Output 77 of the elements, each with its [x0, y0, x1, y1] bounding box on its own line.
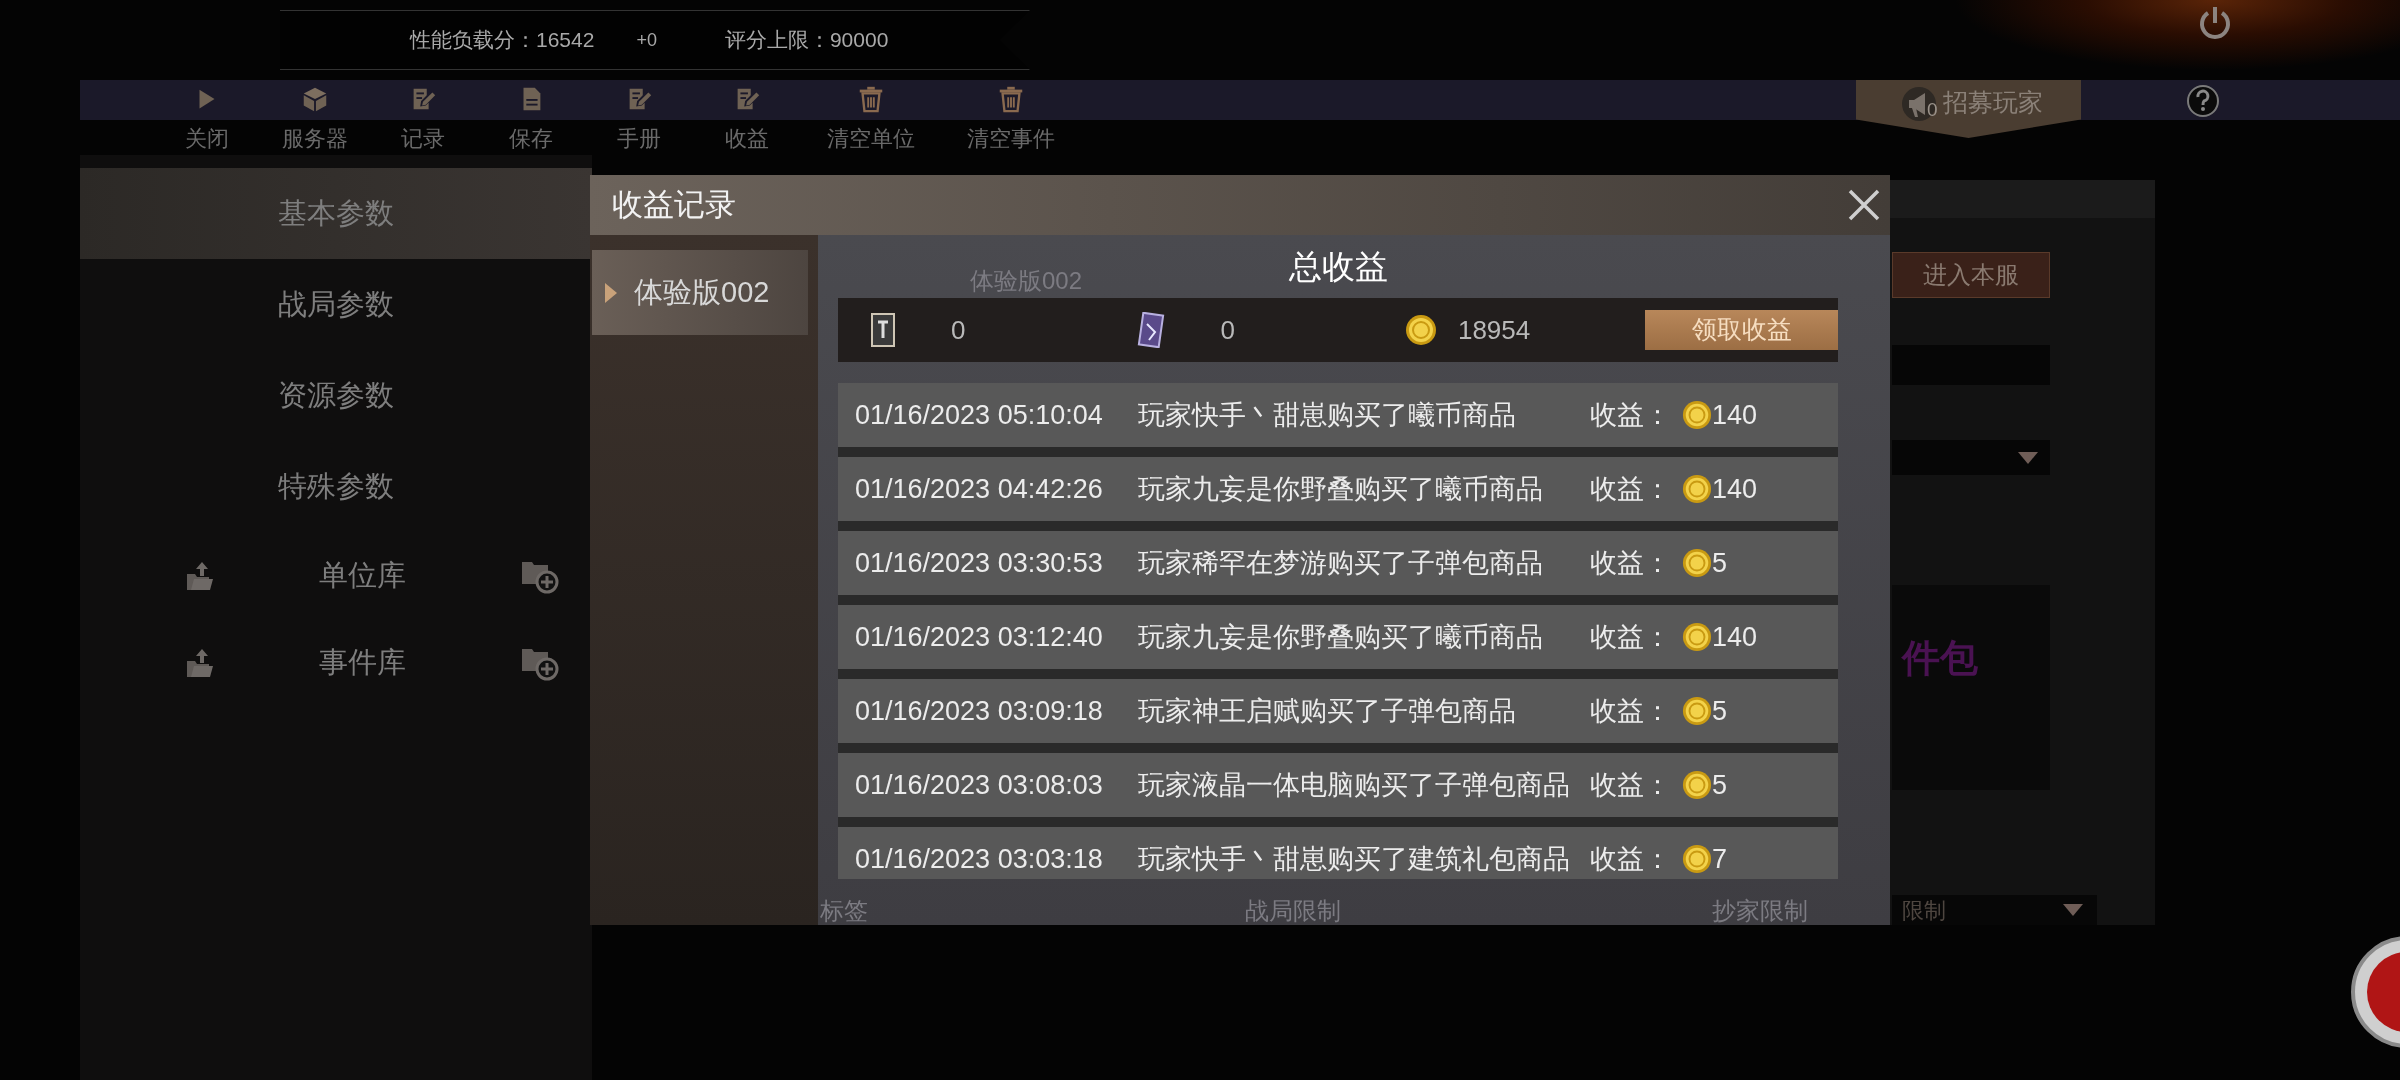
- score-delta: +0: [636, 28, 657, 52]
- sidebar-item[interactable]: 基本参数: [80, 168, 592, 259]
- record-time: 01/16/2023 03:03:18: [855, 842, 1104, 876]
- record-time: 01/16/2023 03:30:53: [855, 546, 1104, 580]
- close-icon: [1846, 187, 1882, 223]
- record-text: 玩家稀罕在梦游购买了子弹包商品: [1138, 546, 1544, 580]
- sidebar-item[interactable]: 战局参数: [80, 259, 592, 350]
- toolbar-button[interactable]: 清空单位: [801, 80, 941, 155]
- toolbar-button[interactable]: 清空事件: [941, 80, 1081, 155]
- record-text: 玩家液晶一体电脑购买了子弹包商品: [1138, 768, 1571, 802]
- toolbar-button[interactable]: 服务器: [261, 80, 369, 155]
- income-label: 收益：: [1590, 546, 1672, 580]
- coin-icon: [1682, 770, 1712, 800]
- form-label: 战局限制: [1245, 896, 1341, 925]
- total-value: 18954: [1457, 313, 1531, 347]
- income-amount: 140: [1712, 398, 1758, 432]
- triangle-icon: [604, 281, 618, 304]
- server-tab[interactable]: 体验版002: [592, 250, 808, 335]
- coin-icon: [1682, 844, 1712, 874]
- modal-title: 收益记录: [612, 185, 736, 224]
- toolbar-button[interactable]: 收益: [693, 80, 801, 155]
- megaphone-icon: [1901, 86, 1937, 123]
- toolbar-button[interactable]: 记录: [369, 80, 477, 155]
- record-time: 01/16/2023 04:42:26: [855, 472, 1104, 506]
- sidebar-item[interactable]: 资源参数: [80, 350, 592, 441]
- sidebar-item[interactable]: 特殊参数: [80, 441, 592, 532]
- dropdown[interactable]: [1892, 440, 2050, 475]
- total-value: 0: [951, 313, 966, 347]
- record-time: 01/16/2023 03:08:03: [855, 768, 1104, 802]
- help-icon: [2186, 84, 2220, 118]
- total-income-heading: 总收益: [1288, 248, 1388, 285]
- help-button[interactable]: [2186, 84, 2220, 118]
- income-amount: 5: [1712, 768, 1728, 802]
- record-time: 01/16/2023 03:09:18: [855, 694, 1104, 728]
- card-icon: [870, 312, 896, 348]
- income-label: 收益：: [1590, 768, 1672, 802]
- income-amount: 140: [1712, 472, 1758, 506]
- coin-icon: [1682, 622, 1712, 652]
- record-text: 玩家九妄是你野叠购买了曦币商品: [1138, 620, 1544, 654]
- record-text: 玩家快手丶甜崽购买了建筑礼包商品: [1138, 842, 1571, 876]
- income-label: 收益：: [1590, 472, 1672, 506]
- total-value: 0: [1220, 313, 1235, 347]
- load-score-text: 性能负载分：16542: [410, 27, 595, 54]
- coin-icon: [1682, 696, 1712, 726]
- enter-server-button[interactable]: 进入本服: [1892, 252, 2050, 298]
- coin-icon: [1404, 314, 1437, 346]
- library-label: 事件库: [317, 644, 407, 680]
- income-label: 收益：: [1590, 842, 1672, 876]
- coin-icon: [1682, 548, 1712, 578]
- recruit-button[interactable]: 0 招募玩家: [1856, 80, 2081, 138]
- record-time: 01/16/2023 05:10:04: [855, 398, 1104, 432]
- record-text: 玩家神王启赋购买了子弹包商品: [1138, 694, 1517, 728]
- income-amount: 5: [1712, 546, 1728, 580]
- coin-icon: [1682, 474, 1712, 504]
- claim-income-button[interactable]: 领取收益: [1645, 310, 1838, 350]
- income-label: 收益：: [1590, 620, 1672, 654]
- toolbar-button[interactable]: 手册: [585, 80, 693, 155]
- income-label: 收益：: [1590, 398, 1672, 432]
- pack-title: 件包: [1900, 636, 1979, 681]
- badge-count: 0: [1927, 100, 1938, 119]
- income-amount: 7: [1712, 842, 1728, 876]
- record-text: 玩家九妄是你野叠购买了曦币商品: [1138, 472, 1544, 506]
- income-label: 收益：: [1590, 694, 1672, 728]
- library-label: 单位库: [317, 557, 407, 593]
- limit-dropdown[interactable]: 限制: [1892, 895, 2097, 925]
- record-time: 01/16/2023 03:12:40: [855, 620, 1104, 654]
- record-text: 玩家快手丶甜崽购买了曦币商品: [1138, 398, 1517, 432]
- score-limit-text: 评分上限：90000: [724, 27, 889, 54]
- income-amount: 5: [1712, 694, 1728, 728]
- toolbar-button[interactable]: 关闭: [153, 80, 261, 155]
- toolbar-button[interactable]: 保存: [477, 80, 585, 155]
- crystal-card-icon: [1137, 312, 1166, 348]
- close-button[interactable]: [1846, 187, 1882, 223]
- form-label: 抄家限制: [1712, 896, 1808, 925]
- income-amount: 140: [1712, 620, 1758, 654]
- coin-icon: [1682, 400, 1712, 430]
- form-label: 标签: [820, 896, 868, 925]
